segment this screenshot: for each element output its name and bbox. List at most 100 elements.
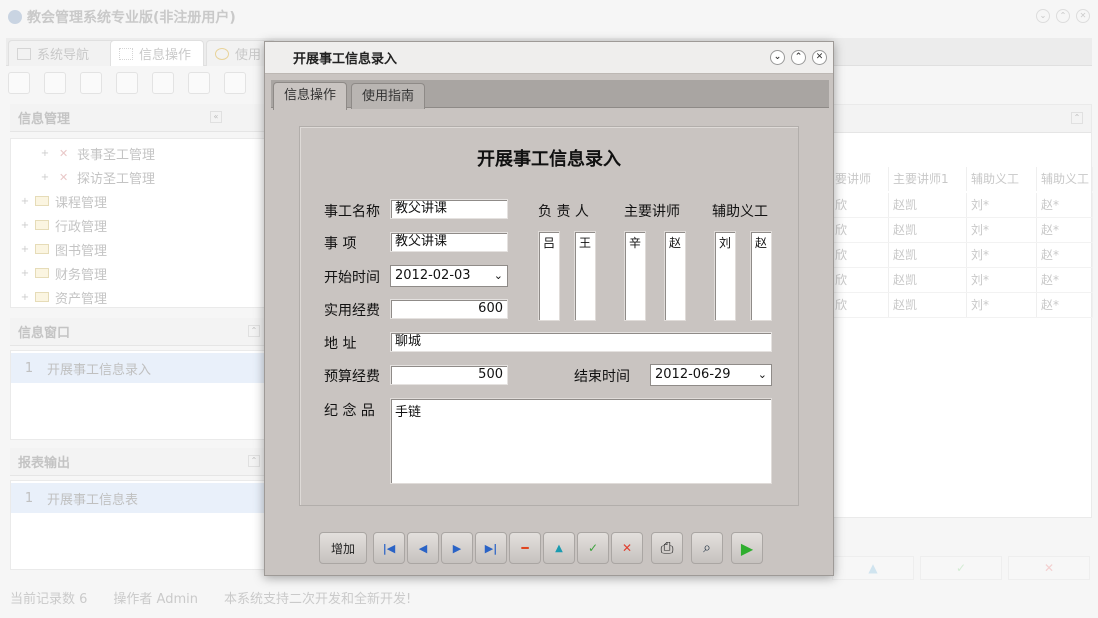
cost-label: 实用经费: [324, 303, 380, 319]
grid-icon: [119, 47, 133, 60]
volunteer-1-box[interactable]: 刘: [714, 231, 736, 321]
document-icon[interactable]: [80, 72, 102, 94]
last-record-button[interactable]: ▶|: [475, 532, 507, 564]
window-controls: ⌄ ⌃ ✕: [1036, 9, 1090, 23]
dialog-toolbar: 增加 |◀ ◀ ▶ ▶| ━ ▲ ✓ ✕ ⎙ ⌕ ▶: [319, 532, 765, 564]
item-input[interactable]: 教父讲课: [390, 232, 508, 252]
help-icon: [215, 47, 229, 60]
info-mgmt-tree: + ✕ 丧事圣工管理 + ✕ 探访圣工管理 + 课程管理 + 行政管理 + 图书…: [10, 138, 268, 308]
maximize-icon[interactable]: ⌃: [791, 50, 806, 65]
table-row[interactable]: 欣 赵凯 刘* 赵*: [831, 293, 1093, 318]
collapse-left-icon[interactable]: «: [210, 111, 222, 123]
save-button[interactable]: ✓: [577, 532, 609, 564]
leader-2-box[interactable]: 王: [574, 231, 596, 321]
chevron-down-icon: ⌄: [493, 269, 503, 282]
leader-label: 负 责 人: [538, 204, 589, 220]
prev-record-button[interactable]: ◀: [407, 532, 439, 564]
tab-info-ops[interactable]: 信息操作: [273, 82, 348, 110]
print-icon[interactable]: [224, 72, 246, 94]
dialog-titlebar: 开展事工信息录入 ⌄ ⌃ ✕: [265, 42, 833, 74]
minimize-icon[interactable]: ⌄: [770, 50, 785, 65]
window-icon[interactable]: [152, 72, 174, 94]
expand-icon: +: [40, 147, 50, 159]
lecturer-2-box[interactable]: 赵: [664, 231, 686, 321]
tree-item[interactable]: + 图书管理: [11, 237, 267, 261]
tree-item[interactable]: + 行政管理: [11, 213, 267, 237]
collapse-icon[interactable]: ⌃: [248, 325, 260, 337]
table-row[interactable]: 欣 赵凯 刘* 赵*: [831, 193, 1093, 218]
entry-form: 开展事工信息录入 事工名称 教父讲课 事 项 教父讲课 开始时间 2012-02…: [299, 126, 799, 506]
souvenir-textarea[interactable]: 手链: [390, 398, 772, 484]
cost-input[interactable]: 600: [390, 299, 508, 319]
cancel-button[interactable]: ✕: [611, 532, 643, 564]
cancel-button[interactable]: ✕: [1008, 556, 1090, 580]
souvenir-label: 纪 念 品: [324, 403, 375, 419]
entry-dialog: 开展事工信息录入 ⌄ ⌃ ✕ 信息操作 使用指南 开展事工信息录入 事工名称 教…: [264, 41, 834, 576]
move-up-button[interactable]: ▲: [832, 556, 914, 580]
info-mgmt-header: 信息管理 «: [10, 104, 268, 132]
info-window-header: 信息窗口 ⌃: [10, 318, 268, 346]
next-record-button[interactable]: ▶: [441, 532, 473, 564]
move-up-button[interactable]: ▲: [543, 532, 575, 564]
close-icon[interactable]: ✕: [812, 50, 827, 65]
address-input[interactable]: 聊城: [390, 332, 772, 352]
maximize-icon[interactable]: ⌃: [1056, 9, 1070, 23]
list-item[interactable]: 1 开展事工信息录入: [11, 353, 267, 383]
tab-info-ops[interactable]: 信息操作: [110, 40, 204, 66]
check-icon: ✓: [587, 541, 599, 555]
folder-icon: [35, 196, 49, 206]
budget-label: 预算经费: [324, 369, 380, 385]
folder-icon: [35, 292, 49, 302]
tree-item[interactable]: + ✕ 探访圣工管理: [11, 165, 267, 189]
export-icon[interactable]: [188, 72, 210, 94]
tree-item[interactable]: + 课程管理: [11, 189, 267, 213]
table-row[interactable]: 欣 赵凯 刘* 赵*: [831, 268, 1093, 293]
status-bar: 当前记录数 6 操作者 Admin 本系统支持二次开发和全新开发!: [10, 588, 411, 607]
volunteer-2-box[interactable]: 赵: [750, 231, 772, 321]
printer-icon: ⎙: [660, 538, 674, 557]
volunteer-label: 辅助义工: [712, 204, 768, 220]
collapse-icon[interactable]: ⌃: [1071, 112, 1083, 124]
prev-icon: ◀: [418, 541, 428, 555]
tab-guide[interactable]: 使用指南: [351, 83, 426, 109]
confirm-button[interactable]: ✓: [920, 556, 1002, 580]
search-icon[interactable]: [8, 72, 30, 94]
end-date-select[interactable]: 2012-06-29 ⌄: [650, 364, 772, 386]
collapse-icon[interactable]: ⌃: [248, 455, 260, 467]
name-input[interactable]: 教父讲课: [390, 199, 508, 219]
up-icon: ▲: [555, 542, 563, 554]
expand-icon: +: [20, 267, 30, 279]
next-icon: ▶: [452, 541, 462, 555]
users-icon[interactable]: [116, 72, 138, 94]
tree-item[interactable]: + ✕ 丧事圣工管理: [11, 141, 267, 165]
start-date-select[interactable]: 2012-02-03 ⌄: [390, 265, 508, 287]
dialog-title: 开展事工信息录入: [293, 52, 398, 67]
info-window-list: 1 开展事工信息录入: [10, 350, 268, 440]
close-icon[interactable]: ✕: [1076, 9, 1090, 23]
app-logo-icon: [8, 10, 22, 24]
table-row[interactable]: 欣 赵凯 刘* 赵*: [831, 243, 1093, 268]
tree-item[interactable]: + 财务管理: [11, 261, 267, 285]
print-button[interactable]: ⎙: [651, 532, 683, 564]
expand-icon: +: [40, 171, 50, 183]
table-row[interactable]: 欣 赵凯 刘* 赵*: [831, 218, 1093, 243]
lecturer-1-box[interactable]: 辛: [624, 231, 646, 321]
record-count: 当前记录数 6: [10, 592, 88, 607]
x-icon: ✕: [621, 541, 633, 555]
preview-button[interactable]: ⌕: [691, 532, 723, 564]
lecturer-label: 主要讲师: [624, 204, 680, 220]
budget-input[interactable]: 500: [390, 365, 508, 385]
list-icon[interactable]: [44, 72, 66, 94]
list-item[interactable]: 1 开展事工信息表: [11, 483, 267, 513]
add-button[interactable]: 增加: [319, 532, 367, 564]
first-icon: |◀: [382, 541, 396, 555]
minimize-icon[interactable]: ⌄: [1036, 9, 1050, 23]
tree-item[interactable]: + 资产管理: [11, 285, 267, 309]
folder-icon: [35, 268, 49, 278]
delete-button[interactable]: ━: [509, 532, 541, 564]
expand-icon: +: [20, 195, 30, 207]
wand-icon: ✕: [59, 147, 69, 160]
first-record-button[interactable]: |◀: [373, 532, 405, 564]
run-button[interactable]: ▶: [731, 532, 763, 564]
leader-1-box[interactable]: 吕: [538, 231, 560, 321]
